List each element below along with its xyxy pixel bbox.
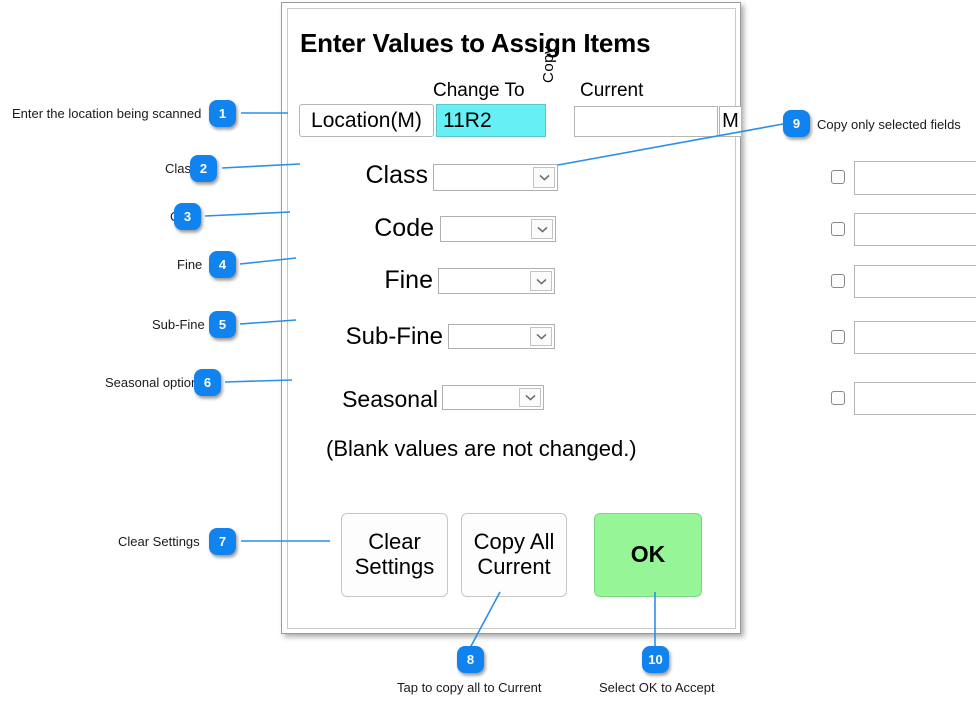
class-current-input[interactable] <box>854 161 976 195</box>
callout-badge-2[interactable]: 2 <box>190 155 217 182</box>
clear-settings-button[interactable]: Clear Settings <box>341 513 448 597</box>
column-header-change-to: Change To <box>433 80 525 101</box>
code-select[interactable] <box>440 216 556 242</box>
callout-text-9: Copy only selected fields <box>817 117 961 132</box>
sub-fine-copy-checkbox[interactable] <box>831 330 845 344</box>
callout-badge-6[interactable]: 6 <box>194 369 221 396</box>
chevron-down-icon <box>530 327 552 346</box>
callout-text-5: Sub-Fine <box>152 317 205 332</box>
callout-badge-1[interactable]: 1 <box>209 100 236 127</box>
assign-items-dialog: Enter Values to Assign Items Change To C… <box>281 2 976 634</box>
chevron-down-icon <box>519 388 541 407</box>
location-change-to-input[interactable]: 11R2 <box>436 104 546 137</box>
blank-values-note: (Blank values are not changed.) <box>326 436 637 461</box>
code-copy-checkbox[interactable] <box>831 222 845 236</box>
dialog-inner-panel: Enter Values to Assign Items Change To C… <box>287 8 976 629</box>
callout-text-8: Tap to copy all to Current <box>397 680 542 695</box>
column-header-current: Current <box>580 80 644 101</box>
column-header-copy: Copy <box>540 45 557 83</box>
callout-text-6: Seasonal option <box>105 375 199 390</box>
callout-text-7: Clear Settings <box>118 534 200 549</box>
row-label-code: Code <box>374 214 434 242</box>
sub-fine-select[interactable] <box>448 324 555 349</box>
location-m-button[interactable]: M <box>719 106 742 137</box>
location-label-button[interactable]: Location(M) <box>299 104 434 137</box>
fine-current-input[interactable] <box>854 265 976 298</box>
row-label-fine: Fine <box>384 266 433 294</box>
seasonal-current-input[interactable] <box>854 382 976 415</box>
copy-all-current-button[interactable]: Copy All Current <box>461 513 567 597</box>
fine-select[interactable] <box>438 268 555 294</box>
callout-badge-3[interactable]: 3 <box>174 203 201 230</box>
chevron-down-icon <box>533 167 555 188</box>
class-select[interactable] <box>433 164 558 191</box>
callout-text-4: Fine <box>177 257 203 272</box>
seasonal-select[interactable] <box>442 385 544 410</box>
callout-badge-10[interactable]: 10 <box>642 646 669 673</box>
callout-badge-9[interactable]: 9 <box>783 110 810 137</box>
callout-badge-8[interactable]: 8 <box>457 646 484 673</box>
row-label-class: Class <box>365 161 428 189</box>
class-copy-checkbox[interactable] <box>831 170 845 184</box>
callout-badge-4[interactable]: 4 <box>209 251 236 278</box>
ok-button[interactable]: OK <box>594 513 702 597</box>
fine-copy-checkbox[interactable] <box>831 274 845 288</box>
row-label-seasonal: Seasonal <box>342 386 438 412</box>
location-current-input[interactable] <box>574 106 718 137</box>
clear-settings-line2: Settings <box>354 554 435 579</box>
page-title: Enter Values to Assign Items <box>300 28 651 58</box>
clear-settings-line1: Clear <box>368 529 421 555</box>
sub-fine-current-input[interactable] <box>854 321 976 354</box>
copy-all-line2: Current <box>477 554 551 579</box>
code-current-input[interactable] <box>854 213 976 246</box>
seasonal-copy-checkbox[interactable] <box>831 391 845 405</box>
callout-text-10: Select OK to Accept <box>599 680 715 695</box>
chevron-down-icon <box>531 219 553 239</box>
callout-text-1: Enter the location being scanned <box>12 106 202 121</box>
callout-badge-7[interactable]: 7 <box>209 528 236 555</box>
copy-all-line1: Copy All <box>473 529 555 555</box>
chevron-down-icon <box>530 271 552 291</box>
row-label-sub-fine: Sub-Fine <box>345 323 443 350</box>
callout-badge-5[interactable]: 5 <box>209 311 236 338</box>
